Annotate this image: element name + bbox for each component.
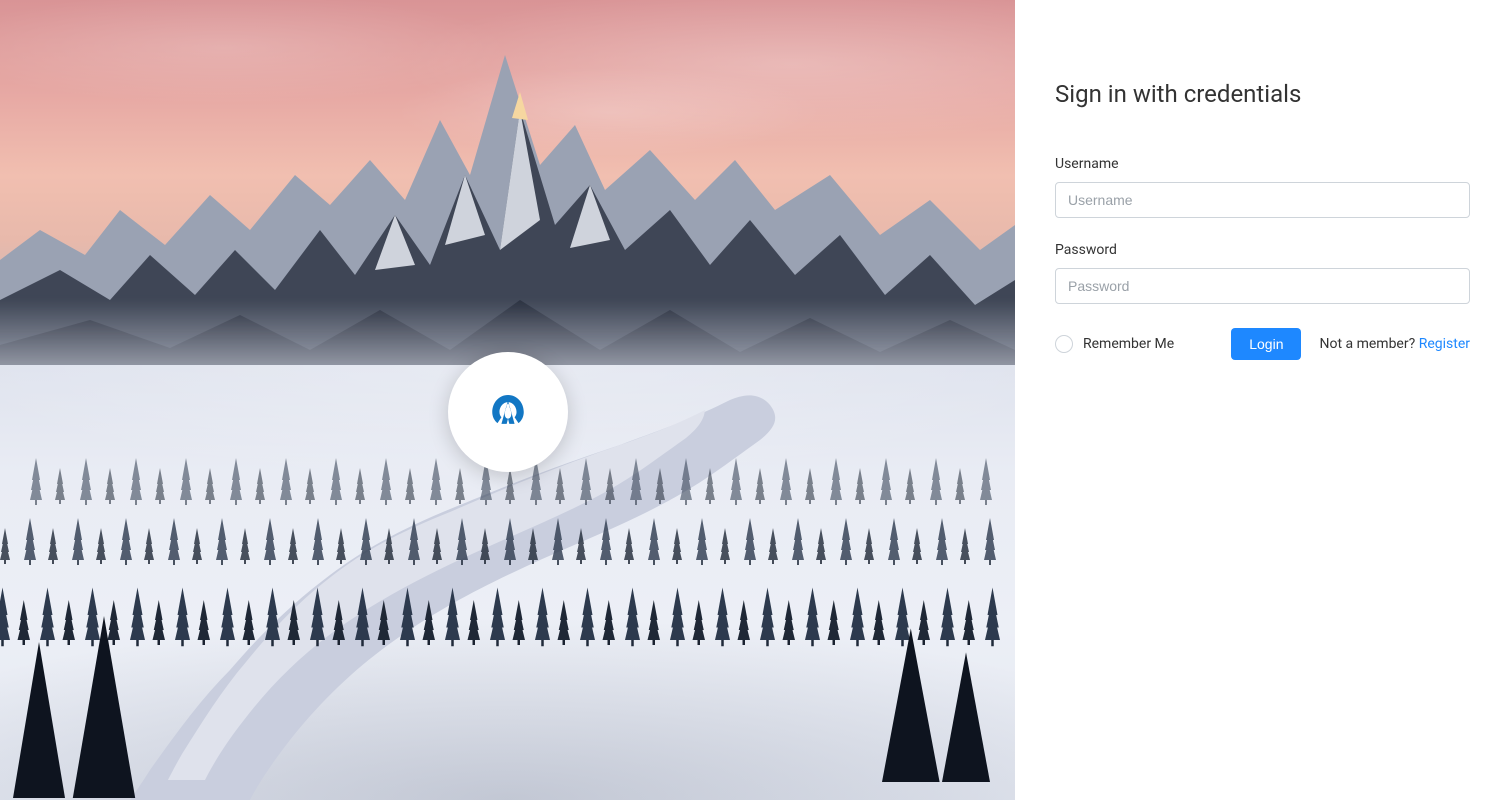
remember-checkbox-icon	[1055, 335, 1073, 353]
register-link[interactable]: Register	[1419, 336, 1470, 352]
brand-logo	[448, 352, 568, 472]
brand-logo-icon	[487, 391, 529, 433]
hero-image	[0, 0, 1015, 800]
username-input[interactable]	[1055, 182, 1470, 218]
forest	[0, 440, 1015, 800]
login-heading: Sign in with credentials	[1055, 80, 1470, 108]
password-label: Password	[1055, 242, 1470, 258]
password-input[interactable]	[1055, 268, 1470, 304]
register-prompt: Not a member? Register	[1319, 336, 1470, 352]
login-actions: Remember Me Login Not a member? Register	[1055, 328, 1470, 360]
remember-me[interactable]: Remember Me	[1055, 335, 1213, 353]
username-group: Username	[1055, 156, 1470, 218]
remember-label: Remember Me	[1083, 336, 1174, 352]
login-panel: Sign in with credentials Username Passwo…	[1015, 0, 1500, 800]
username-label: Username	[1055, 156, 1470, 172]
password-group: Password	[1055, 242, 1470, 304]
not-member-text: Not a member?	[1319, 336, 1418, 352]
login-button[interactable]: Login	[1231, 328, 1301, 360]
